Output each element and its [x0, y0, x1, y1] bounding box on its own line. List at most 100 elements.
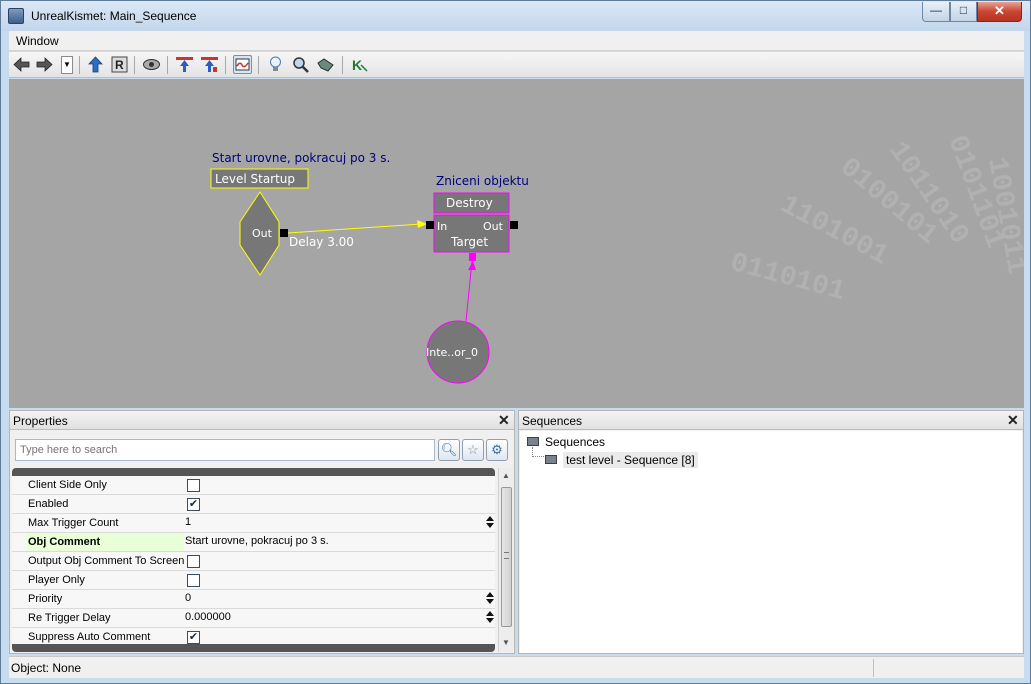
property-value[interactable]: 1 — [185, 516, 191, 528]
action-title: Destroy — [446, 196, 493, 210]
properties-pane: Properties ✕ 🔍︎ ☆ ⚙ Client Side Only Ena… — [9, 410, 515, 654]
property-spinner[interactable] — [486, 516, 495, 531]
status-separator — [873, 659, 874, 677]
properties-close-icon[interactable]: ✕ — [498, 412, 510, 429]
property-row: Client Side Only — [12, 476, 495, 495]
event-out-connector[interactable] — [280, 229, 288, 237]
status-bar: Object: None — [9, 656, 1024, 678]
hand-icon[interactable] — [316, 55, 335, 74]
minimize-button[interactable]: — — [922, 2, 950, 22]
property-value[interactable]: 0.000000 — [185, 611, 231, 623]
sequences-header: Sequences ✕ — [519, 411, 1023, 430]
delay-label: Delay 3.00 — [289, 235, 354, 249]
maximize-button[interactable]: □ — [950, 2, 977, 22]
sequences-close-icon[interactable]: ✕ — [1007, 412, 1019, 429]
maximize-icon: □ — [959, 3, 968, 17]
link-arrowhead — [417, 220, 427, 228]
variable-label: Inte..or_0 — [426, 346, 478, 359]
eye-icon[interactable] — [142, 55, 161, 74]
property-row: Priority 0 — [12, 590, 495, 609]
window-title: UnrealKismet: Main_Sequence — [31, 9, 197, 23]
action-in-connector[interactable] — [426, 221, 434, 229]
curve-icon[interactable] — [233, 55, 252, 74]
scroll-up-icon[interactable]: ▲ — [502, 471, 510, 480]
action-comment: Zniceni objektu — [436, 174, 529, 188]
favorite-star-icon[interactable]: ☆ — [462, 439, 484, 461]
property-name: Priority — [28, 593, 63, 605]
property-name: Enabled — [28, 498, 69, 510]
tree-child-label: test level - Sequence [8] — [563, 451, 698, 468]
up-arrow-icon[interactable] — [86, 55, 105, 74]
kismet-canvas[interactable]: 0100101 1011010 0101101 1101001 0110101 … — [9, 79, 1024, 408]
property-row: Output Obj Comment To Screen — [12, 552, 495, 571]
event-title: Level Startup — [215, 172, 295, 186]
sequences-tree: Sequences test level - Sequence [8] — [520, 431, 1022, 653]
blue-pointer-icon[interactable] — [175, 55, 194, 74]
property-name: Max Trigger Count — [28, 517, 119, 529]
scroll-down-icon[interactable]: ▼ — [502, 638, 510, 647]
r-icon[interactable]: R — [110, 55, 129, 74]
property-row: Enabled ✔ — [12, 495, 495, 514]
title-bar[interactable]: UnrealKismet: Main_Sequence — □ ✕ — [1, 1, 1030, 31]
kismet-window: UnrealKismet: Main_Sequence — □ ✕ Window… — [0, 0, 1031, 684]
property-checkbox[interactable]: ✔ — [187, 631, 200, 644]
action-target-label: Target — [450, 235, 488, 249]
tree-item-test-level[interactable]: test level - Sequence [8] — [545, 451, 698, 468]
property-checkbox[interactable]: ✔ — [187, 498, 200, 511]
tree-connector — [532, 447, 546, 457]
svg-text:0110101: 0110101 — [727, 248, 849, 308]
status-text: Object: None — [11, 661, 82, 675]
magnifier-icon[interactable] — [291, 55, 310, 74]
lightbulb-icon[interactable] — [266, 55, 285, 74]
properties-table: Client Side Only Enabled ✔ Max Trigger C… — [12, 476, 495, 647]
properties-search-box[interactable] — [15, 439, 435, 461]
red-blue-pointer-icon[interactable] — [200, 55, 219, 74]
property-row: Player Only — [12, 571, 495, 590]
search-magnifier-icon[interactable]: 🔍︎ — [438, 439, 460, 461]
search-options-icon[interactable]: ⚙ — [486, 439, 508, 461]
sequence-icon — [545, 455, 557, 465]
properties-scrollbar[interactable]: ▲ ▼ — [498, 468, 513, 652]
action-out-connector[interactable] — [510, 221, 518, 229]
tree-root-label: Sequences — [545, 434, 606, 449]
properties-header: Properties ✕ — [10, 411, 514, 430]
properties-search-input[interactable] — [16, 440, 434, 460]
property-checkbox[interactable] — [187, 479, 200, 492]
action-target-connector[interactable] — [469, 253, 476, 261]
property-row-selected: Obj Comment Start urovne, pokracuj po 3 … — [12, 533, 495, 552]
event-to-action-link[interactable] — [287, 223, 422, 234]
history-dropdown[interactable]: ▼ — [61, 56, 73, 74]
properties-category-bar — [12, 468, 495, 476]
forward-arrow-icon[interactable] — [35, 55, 54, 74]
action-out-label: Out — [483, 220, 504, 233]
k-icon[interactable]: K — [350, 55, 369, 74]
property-spinner[interactable] — [486, 611, 495, 626]
close-icon: ✕ — [994, 3, 1005, 18]
property-name: Output Obj Comment To Screen — [28, 555, 185, 567]
property-name: Obj Comment — [28, 536, 101, 548]
back-arrow-icon[interactable] — [12, 55, 31, 74]
menu-window[interactable]: Window — [16, 34, 59, 48]
toolbar: ▼ R K — [9, 52, 1024, 78]
svg-text:R: R — [115, 58, 124, 72]
menu-bar: Window — [9, 31, 1024, 51]
event-comment: Start urovne, pokracuj po 3 s. — [212, 151, 390, 165]
sequences-title: Sequences — [522, 414, 583, 428]
close-button[interactable]: ✕ — [977, 2, 1022, 22]
properties-bottom-bar — [12, 644, 495, 652]
property-name: Client Side Only — [28, 479, 107, 491]
app-icon — [8, 8, 24, 24]
svg-text:K: K — [352, 57, 362, 73]
property-value[interactable]: Start urovne, pokracuj po 3 s. — [185, 535, 329, 547]
property-spinner[interactable] — [486, 592, 495, 607]
property-name: Suppress Auto Comment — [28, 631, 151, 643]
property-checkbox[interactable] — [187, 555, 200, 568]
property-row: Max Trigger Count 1 — [12, 514, 495, 533]
property-name: Re Trigger Delay — [28, 612, 111, 624]
property-checkbox[interactable] — [187, 574, 200, 587]
property-value[interactable]: 0 — [185, 592, 191, 604]
scrollbar-thumb[interactable] — [501, 487, 512, 627]
properties-title: Properties — [13, 414, 68, 428]
property-row: Re Trigger Delay 0.000000 — [12, 609, 495, 628]
sequence-folder-icon — [527, 437, 539, 447]
